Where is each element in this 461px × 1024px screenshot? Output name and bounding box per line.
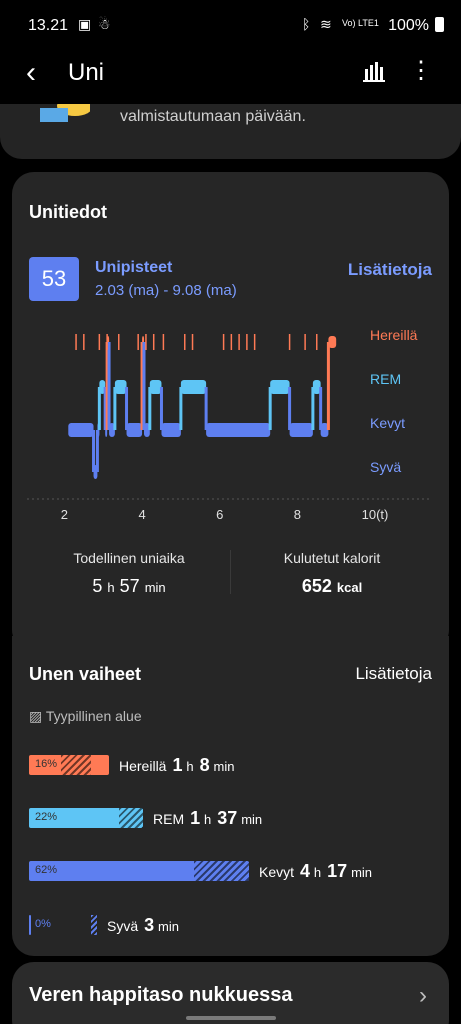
typical-range-hatch [119, 808, 143, 828]
hypnogram-segment [180, 380, 207, 394]
calories-label: Kulutetut kalorit [283, 550, 381, 566]
app-bar: ‹ Uni ⋮ [0, 52, 461, 102]
sleep-stages-card: Unen vaiheet Lisätietoja ▨ Tyypillinen a… [12, 636, 449, 956]
illustration-icon [40, 104, 90, 122]
x-tick-label: 8 [294, 507, 301, 522]
wifi-icon: ≋ [320, 16, 332, 32]
stage-label: REM 1 h 37 min [153, 808, 263, 828]
sleep-score-badge: 53 [29, 257, 79, 301]
status-bar: 13.21 ▣ ☃ ᛒ ≋ Vo) LTE1 100% [0, 0, 461, 52]
hypnogram-segment [328, 336, 337, 348]
stage-row-rem: 22% REM 1 h 37 min [29, 808, 449, 830]
stage-row-awake: 16% Hereillä 1 h8 min [29, 755, 449, 777]
stat-divider [230, 550, 231, 594]
hypnogram-segment [149, 380, 162, 394]
legend-light: Kevyt [370, 415, 406, 431]
chevron-right-icon: › [419, 982, 427, 1009]
x-tick-label: 4 [138, 507, 145, 522]
hypnogram-segment [289, 423, 313, 437]
sleep-icon: ☃ [98, 16, 111, 32]
typical-range-hatch [194, 861, 249, 881]
card-title: Veren happitaso nukkuessa [29, 984, 293, 1006]
stage-bar [29, 915, 31, 935]
tip-text: valmistautumaan päivään. [120, 108, 306, 125]
gallery-icon: ▣ [78, 16, 92, 32]
trends-icon[interactable] [363, 60, 385, 82]
more-options-icon[interactable]: ⋮ [409, 59, 433, 83]
date-range: 2.03 (ma) - 9.08 (ma) [95, 282, 237, 299]
hypnogram-segment [68, 423, 94, 437]
status-time: 13.21 [28, 17, 69, 34]
network-label: Vo) LTE1 [342, 18, 379, 28]
page-title: Uni [68, 59, 105, 86]
score-label: Unipisteet [95, 259, 173, 276]
tip-card: valmistautumaan päivään. [0, 104, 461, 159]
stage-row-deep: 0% Syvä 3 min [29, 915, 449, 937]
section-title: Unitiedot [29, 202, 107, 222]
stage-pct: 0% [35, 918, 51, 930]
calories-value: 652 kcal [301, 576, 363, 596]
hypnogram-segment [161, 423, 181, 437]
section-title: Unen vaiheet [29, 664, 142, 684]
more-info-link[interactable]: Lisätietoja [348, 260, 432, 280]
stage-label: Kevyt 4 h 17 min [259, 861, 373, 881]
hypnogram-segment [206, 423, 271, 437]
x-tick-label: 2 [61, 507, 68, 522]
stage-row-light: 62% Kevyt 4 h 17 min [29, 861, 449, 883]
actual-time-value: 5 h 57 min [92, 576, 166, 596]
hypnogram-segment [126, 423, 143, 437]
home-indicator[interactable] [186, 1016, 276, 1020]
stages-more-link[interactable]: Lisätietoja [355, 664, 432, 684]
typical-range-hatch [91, 915, 97, 935]
sleep-info-card: Unitiedot 53 Unipisteet 2.03 (ma) - 9.08… [12, 172, 449, 652]
back-icon[interactable]: ‹ [26, 58, 36, 88]
x-tick-label: 10(t) [362, 507, 389, 522]
battery-icon [435, 17, 444, 32]
stage-label: Syvä 3 min [107, 915, 179, 935]
x-tick-label: 6 [216, 507, 223, 522]
legend-rem: REM [370, 371, 402, 387]
typical-range-label: ▨ Tyypillinen alue [29, 708, 142, 724]
bluetooth-icon: ᛒ [302, 16, 311, 32]
legend-awake: Hereillä [370, 327, 418, 343]
stage-label: Hereillä 1 h8 min [119, 755, 235, 775]
content-scroll[interactable]: valmistautumaan päivään. Unitiedot 53 Un… [0, 104, 461, 1024]
blood-oxygen-card[interactable]: Veren happitaso nukkuessa › [12, 962, 449, 1024]
hypnogram-segment [114, 380, 127, 394]
legend-deep: Syvä [370, 459, 402, 475]
battery-percent: 100% [388, 17, 429, 34]
actual-time-label: Todellinen uniaika [73, 550, 185, 566]
typical-range-hatch [61, 755, 91, 775]
hypnogram-segment [270, 380, 290, 394]
